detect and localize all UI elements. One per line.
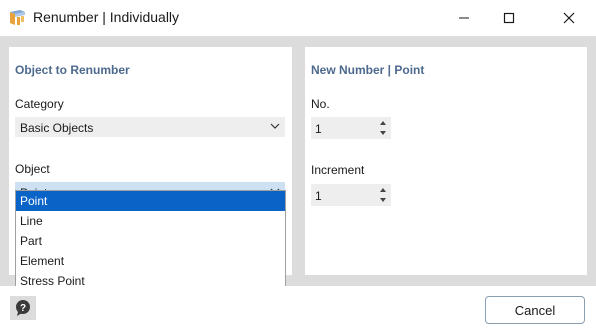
dropdown-option-point[interactable]: Point	[16, 191, 285, 211]
increment-label: Increment	[311, 163, 365, 177]
renumber-app-icon	[10, 10, 25, 25]
new-number-panel: New Number | Point No. 1 Increment 1	[305, 47, 587, 275]
chevron-down-icon	[270, 123, 280, 129]
spin-up-icon[interactable]	[377, 119, 389, 127]
dropdown-option-part[interactable]: Part	[16, 231, 285, 251]
close-button[interactable]	[546, 0, 592, 36]
spin-up-icon[interactable]	[377, 186, 389, 194]
title-bar: Renumber | Individually	[0, 0, 596, 36]
window-title: Renumber | Individually	[33, 9, 180, 25]
help-button[interactable]: ?	[10, 296, 36, 320]
no-spinbox[interactable]: 1	[311, 117, 391, 139]
spin-down-icon[interactable]	[377, 196, 389, 204]
minimize-icon	[459, 17, 469, 19]
no-label: No.	[311, 97, 330, 111]
close-icon	[563, 12, 575, 24]
category-label: Category	[15, 97, 64, 111]
dropdown-option-line[interactable]: Line	[16, 211, 285, 231]
svg-text:?: ?	[20, 303, 26, 314]
object-dropdown-list: Point Line Part Element Stress Point	[15, 190, 286, 292]
maximize-button[interactable]	[486, 0, 532, 36]
panel-title-object: Object to Renumber	[15, 63, 130, 77]
increment-value: 1	[315, 189, 322, 203]
category-value: Basic Objects	[20, 121, 94, 135]
maximize-icon	[503, 12, 515, 24]
dialog-footer: ? Cancel	[0, 286, 596, 333]
category-combobox[interactable]: Basic Objects	[15, 117, 285, 137]
panel-title-new-number: New Number | Point	[311, 63, 425, 77]
cancel-button[interactable]: Cancel	[485, 296, 585, 324]
dropdown-option-element[interactable]: Element	[16, 251, 285, 271]
help-icon: ?	[16, 300, 30, 316]
object-label: Object	[15, 162, 50, 176]
increment-spinbox[interactable]: 1	[311, 184, 391, 206]
spin-down-icon[interactable]	[377, 129, 389, 137]
minimize-button[interactable]	[441, 0, 487, 36]
no-value: 1	[315, 122, 322, 136]
